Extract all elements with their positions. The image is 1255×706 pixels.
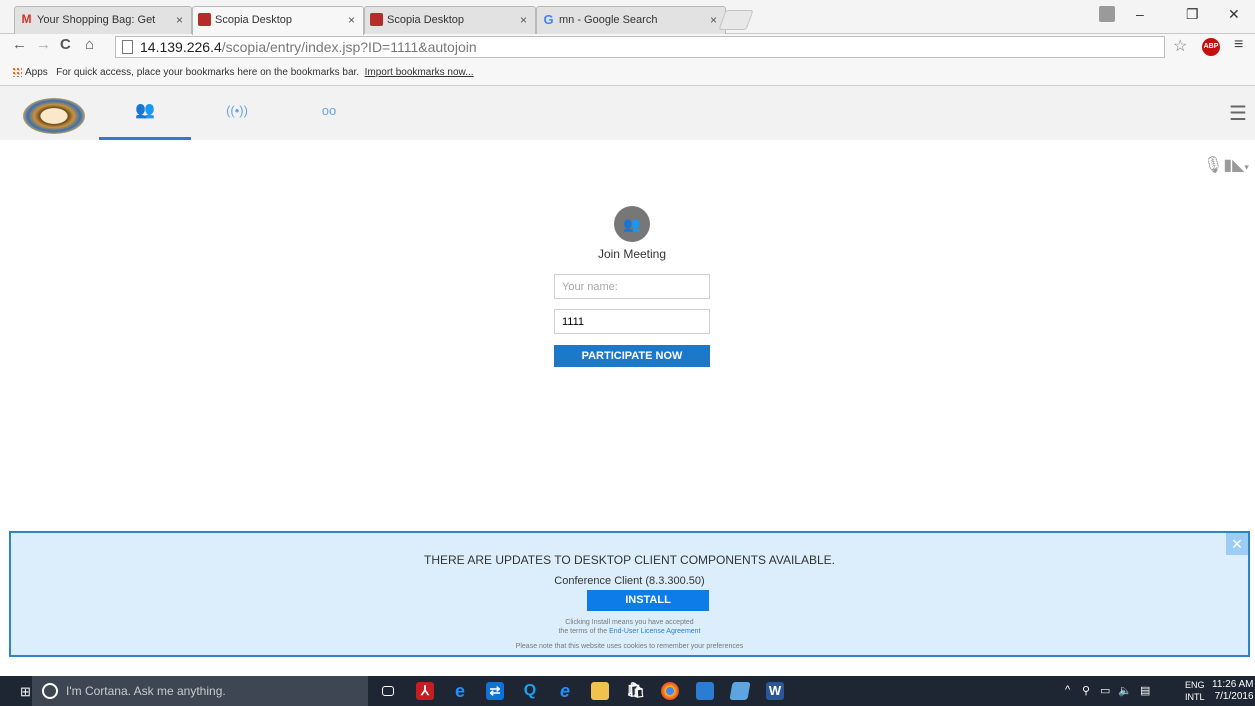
tab-gmail[interactable]: M Your Shopping Bag: Get × <box>14 6 192 34</box>
cortana-search-box[interactable]: I'm Cortana. Ask me anything. <box>32 676 368 706</box>
apps-icon[interactable] <box>12 67 22 78</box>
quora-search-icon[interactable]: Q <box>521 682 539 700</box>
microphone-camera-settings[interactable]: 🎙▮◣▾ <box>1203 155 1249 175</box>
close-icon[interactable]: × <box>176 7 183 33</box>
file-explorer-icon[interactable] <box>591 682 609 700</box>
acrobat-icon[interactable]: ⅄ <box>416 682 434 700</box>
banner-title: THERE ARE UPDATES TO DESKTOP CLIENT COMP… <box>423 553 835 567</box>
scopia-icon <box>370 13 383 26</box>
tab-title: mn - Google Search <box>559 14 658 26</box>
minimize-icon[interactable]: – <box>1136 6 1144 22</box>
component-version: Conference Client (8.3.300.50) <box>554 575 705 587</box>
adblock-plus-icon[interactable]: ABP <box>1202 38 1220 56</box>
volume-icon[interactable]: 🔈 <box>1118 684 1132 697</box>
install-button[interactable]: INSTALL <box>587 590 709 611</box>
page-icon <box>122 40 133 54</box>
battery-icon[interactable]: ▭ <box>1100 684 1110 697</box>
cortana-placeholder: I'm Cortana. Ask me anything. <box>66 684 226 698</box>
tab-voicemail[interactable]: oo <box>283 86 375 140</box>
forward-icon[interactable]: → <box>36 36 51 53</box>
restore-icon[interactable]: ❐ <box>1186 6 1199 23</box>
chrome-icon[interactable] <box>661 682 679 700</box>
cortana-icon <box>42 683 58 699</box>
teamviewer-icon[interactable]: ⇄ <box>486 682 504 700</box>
tab-title: Scopia Desktop <box>387 14 465 26</box>
clock-time: 11:26 AM <box>1212 679 1254 690</box>
profile-icon[interactable] <box>1099 6 1115 22</box>
app-menu-icon[interactable]: ☰ <box>1229 101 1247 126</box>
institution-logo <box>23 98 85 134</box>
participate-now-button[interactable]: PARTICIPATE NOW <box>554 345 710 367</box>
tab-scopia[interactable]: Scopia Desktop × <box>364 6 536 34</box>
windows-taskbar: ⊞ I'm Cortana. Ask me anything. ⅄ e ⇄ Q … <box>0 676 1255 706</box>
close-icon[interactable]: × <box>1226 533 1248 555</box>
join-meeting-title: Join Meeting <box>597 247 667 261</box>
internet-explorer-icon[interactable]: e <box>556 682 574 700</box>
task-view-icon[interactable] <box>382 686 394 696</box>
edge-icon[interactable]: e <box>451 682 469 700</box>
tab-scopia-active[interactable]: Scopia Desktop × <box>192 6 364 35</box>
google-icon: G <box>543 12 554 27</box>
eula-prefix: the terms of the <box>558 628 608 635</box>
notifications-icon[interactable]: ▤ <box>1140 684 1150 697</box>
bookmarks-bar: Apps For quick access, place your bookma… <box>0 60 1255 86</box>
url-host: 14.139.226.4 <box>140 39 222 55</box>
windows-start-icon[interactable]: ⊞ <box>20 684 31 700</box>
word-icon[interactable]: W <box>766 682 784 700</box>
bookmark-star-icon[interactable]: ☆ <box>1173 36 1187 56</box>
tab-title: Your Shopping Bag: Get <box>37 14 156 26</box>
close-icon[interactable]: × <box>710 7 717 33</box>
address-bar[interactable]: 14.139.226.4/scopia/entry/index.jsp?ID=1… <box>115 36 1165 58</box>
eula-note: the terms of the End-User License Agreem… <box>11 628 1248 635</box>
reload-icon[interactable]: C <box>60 36 71 53</box>
tab-broadcast[interactable]: ((•)) <box>191 86 283 140</box>
lang-top: ENG <box>1185 680 1205 690</box>
meeting-id-input[interactable] <box>554 309 710 334</box>
lang-bottom: INTL <box>1185 692 1205 702</box>
new-tab-button[interactable] <box>718 10 754 30</box>
show-hidden-icons-icon[interactable]: ^ <box>1065 684 1070 696</box>
store-icon[interactable]: 🛍 <box>626 682 645 700</box>
close-icon[interactable]: × <box>520 7 527 33</box>
join-meeting-icon: 👥 <box>614 206 650 242</box>
url-path: /scopia/entry/index.jsp?ID=1111&autojoin <box>221 39 477 55</box>
outlook-icon[interactable] <box>696 682 714 700</box>
participants-icon: 👥 <box>135 102 155 119</box>
update-banner: × THERE ARE UPDATES TO DESKTOP CLIENT CO… <box>9 531 1250 657</box>
tab-google-search[interactable]: G mn - Google Search × <box>536 6 726 34</box>
clock[interactable]: 11:26 AM 7/1/2016 <box>1212 679 1254 703</box>
home-icon[interactable]: ⌂ <box>85 36 94 53</box>
close-icon[interactable]: × <box>348 7 355 33</box>
chrome-menu-icon[interactable]: ≡ <box>1234 36 1243 54</box>
gmail-icon: M <box>21 12 32 26</box>
install-note: Clicking Install means you have accepted <box>565 619 694 626</box>
microphone-icon: 🎙 <box>1203 157 1224 174</box>
import-bookmarks-link[interactable]: Import bookmarks now... <box>365 67 474 78</box>
voicemail-icon: oo <box>321 103 337 118</box>
tab-participants[interactable]: 👥 <box>99 86 191 140</box>
broadcast-icon: ((•)) <box>226 103 248 118</box>
chevron-down-icon: ▾ <box>1244 162 1249 172</box>
window-close-icon[interactable]: ✕ <box>1228 6 1240 23</box>
browser-toolbar: ← → C ⌂ 14.139.226.4/scopia/entry/index.… <box>0 34 1255 60</box>
network-icon[interactable]: ⚲ <box>1082 684 1090 697</box>
browser-tab-strip: M Your Shopping Bag: Get × Scopia Deskto… <box>0 0 1255 35</box>
camera-icon: ▮◣ <box>1223 157 1245 174</box>
back-icon[interactable]: ← <box>12 36 27 53</box>
input-language[interactable]: ENG INTL <box>1185 679 1205 703</box>
tab-title: Scopia Desktop <box>215 14 293 26</box>
cookie-note: Please note that this website uses cooki… <box>515 643 744 650</box>
apps-link[interactable]: Apps <box>25 67 48 78</box>
app-icon[interactable] <box>729 682 751 700</box>
bookmarks-hint: For quick access, place your bookmarks h… <box>56 67 360 78</box>
name-input[interactable] <box>554 274 710 299</box>
eula-link[interactable]: End-User License Agreement <box>609 628 700 635</box>
clock-date: 7/1/2016 <box>1214 691 1254 702</box>
scopia-icon <box>198 13 211 26</box>
